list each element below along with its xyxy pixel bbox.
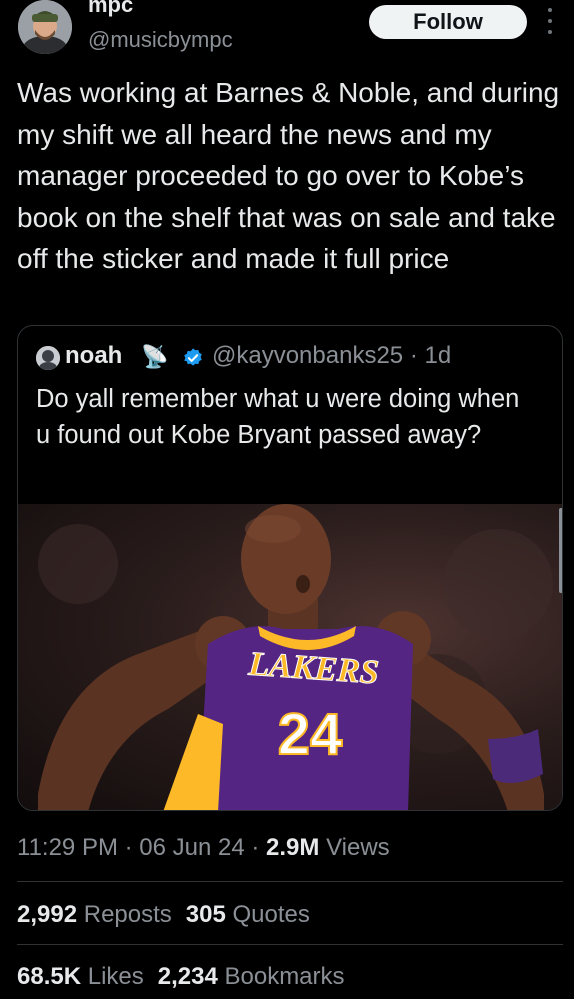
likes-count: 68.5K [17, 963, 82, 990]
quoted-tweet[interactable]: noah 📡 @kayvonbanks25 · 1d Do yall remem… [17, 325, 563, 811]
likes-label: Likes [87, 963, 144, 990]
follow-button[interactable]: Follow [369, 5, 527, 39]
author-handle[interactable]: @musicbympc [88, 27, 233, 53]
divider [17, 881, 563, 882]
author-avatar[interactable] [18, 0, 72, 54]
quote-handle-time[interactable]: @kayvonbanks25 · 1d [212, 342, 451, 370]
verified-badge-icon [184, 348, 202, 366]
stats-row-1: 2,992 Reposts 305 Quotes [17, 901, 324, 929]
jersey-number: 24 [278, 702, 343, 767]
bookmarks-count: 2,234 [157, 963, 218, 990]
quote-author-avatar[interactable] [36, 346, 60, 370]
likes-stat[interactable]: 68.5K Likes [17, 963, 144, 991]
views-count: 2.9M [266, 834, 320, 861]
more-options-icon[interactable] [546, 8, 554, 34]
quote-image[interactable]: LAKERS 24 [18, 504, 562, 810]
reposts-label: Reposts [83, 901, 172, 928]
divider [17, 944, 563, 945]
quote-text: Do yall remember what u were doing when … [36, 385, 520, 449]
tweet-header: mpc @musicbympc Follow [0, 0, 574, 60]
separator: · [244, 834, 267, 861]
views-label: Views [326, 834, 390, 861]
quotes-label: Quotes [232, 901, 310, 928]
satellite-emoji: 📡 [141, 344, 169, 369]
separator: · [117, 834, 140, 861]
tweet-date[interactable]: 06 Jun 24 [139, 834, 244, 861]
reposts-stat[interactable]: 2,992 Reposts [17, 901, 172, 929]
quotes-stat[interactable]: 305 Quotes [186, 901, 310, 929]
stats-row-2: 68.5K Likes 2,234 Bookmarks [17, 963, 359, 991]
quotes-count: 305 [185, 901, 226, 928]
bookmarks-stat[interactable]: 2,234 Bookmarks [158, 963, 345, 991]
image-scrollbar[interactable] [559, 508, 562, 593]
bookmarks-label: Bookmarks [224, 963, 345, 990]
quote-author-name[interactable]: noah [65, 342, 122, 370]
author-name[interactable]: mpc [88, 0, 133, 16]
reposts-count: 2,992 [17, 901, 78, 928]
tweet-meta: 11:29 PM · 06 Jun 24 · 2.9M Views [17, 834, 390, 862]
tweet-text: Was working at Barnes & Noble, and durin… [17, 77, 560, 274]
tweet-time[interactable]: 11:29 PM [17, 834, 118, 861]
